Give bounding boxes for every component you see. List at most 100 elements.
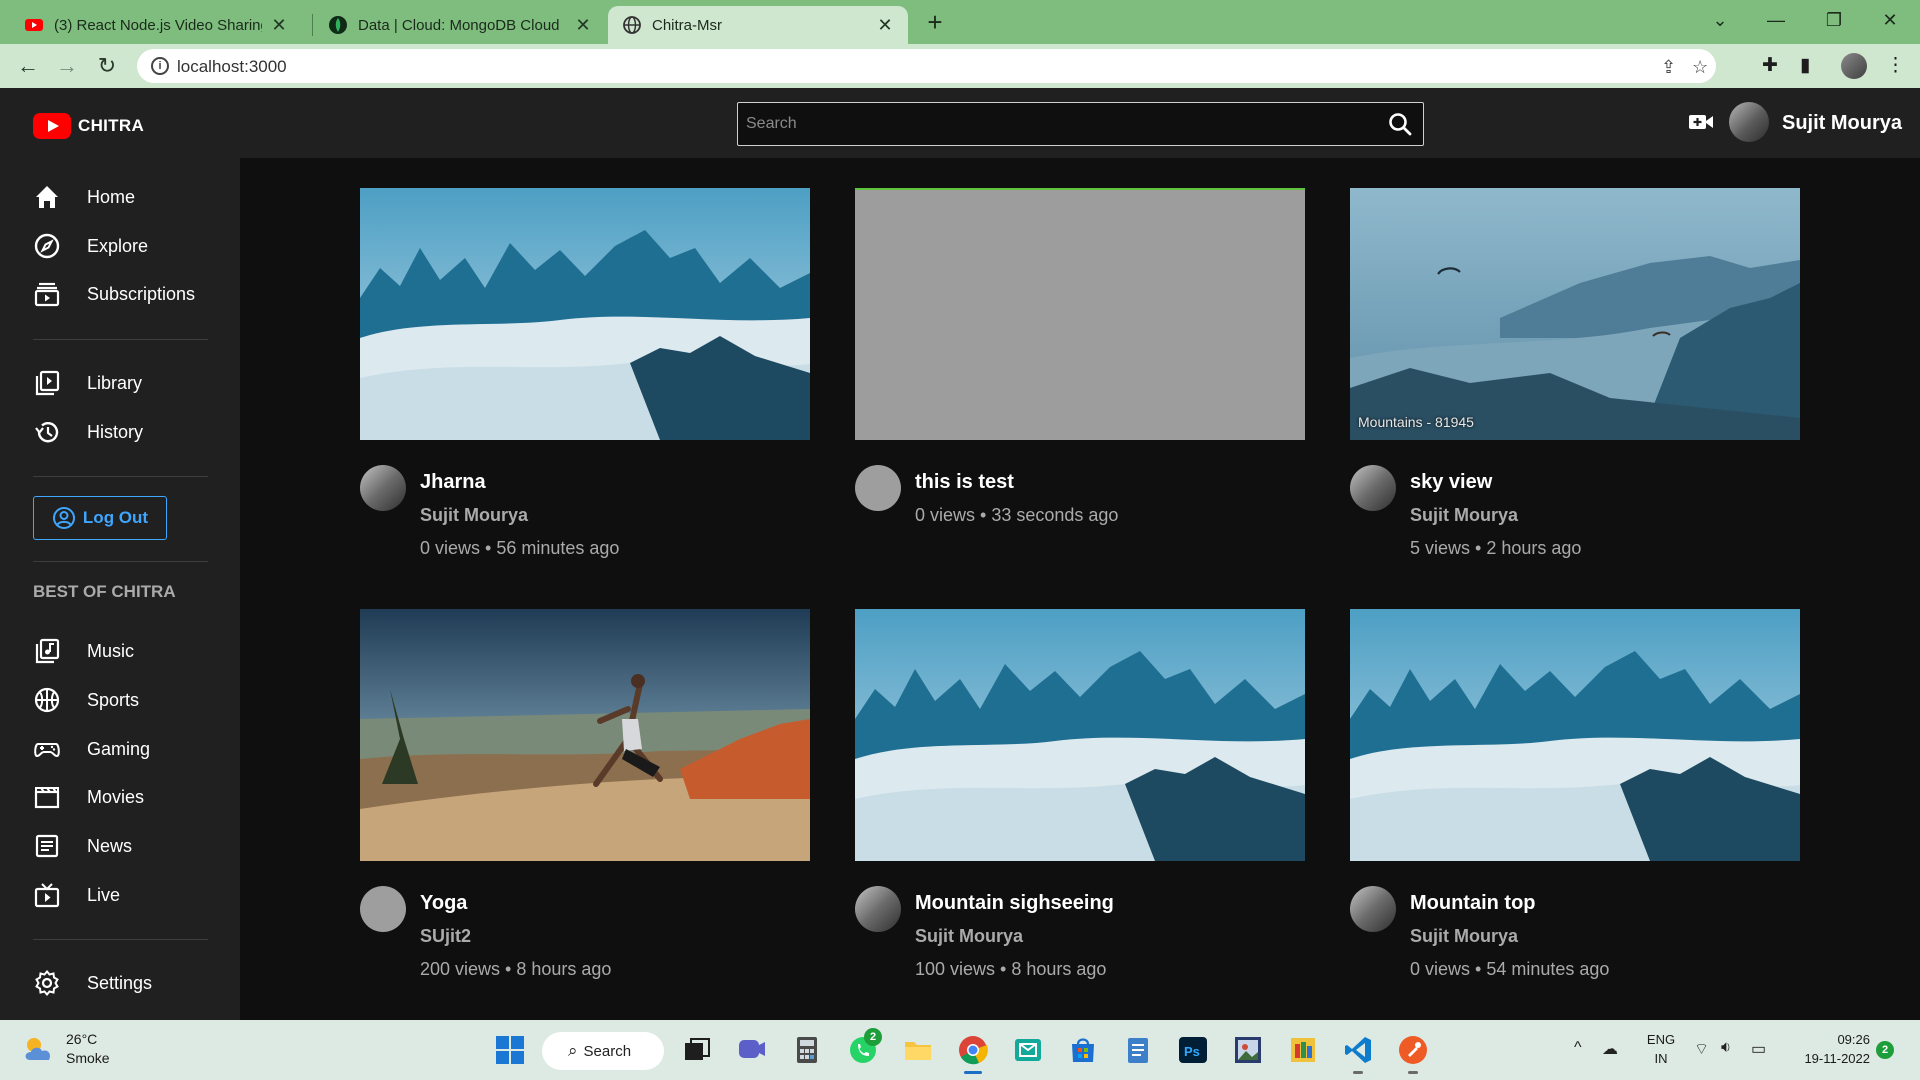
profile-avatar[interactable] [1841, 53, 1867, 79]
tab-search-chevron-icon[interactable]: ⌄ [1692, 0, 1748, 40]
forward-arrow-icon[interactable]: → [53, 52, 81, 80]
video-thumbnail[interactable] [1350, 609, 1800, 861]
notepad-icon[interactable] [1122, 1034, 1154, 1066]
calculator-icon[interactable] [791, 1034, 823, 1066]
restore-icon[interactable]: ❐ [1806, 0, 1862, 40]
postman-icon[interactable] [1397, 1034, 1429, 1066]
search-icon[interactable] [1387, 111, 1413, 137]
notification-badge[interactable]: 2 [1876, 1041, 1894, 1059]
photo-viewer-icon[interactable] [1232, 1034, 1264, 1066]
video-card[interactable]: Yoga SUjit2 200 views • 8 hours ago [360, 609, 810, 979]
address-bar[interactable]: i localhost:3000 ⇪ ☆ [137, 49, 1716, 83]
logout-button[interactable]: Log Out [33, 496, 167, 540]
reload-icon[interactable]: ↻ [93, 52, 121, 80]
weather-widget[interactable]: 26°C Smoke [22, 1030, 110, 1068]
blank-thumbnail [855, 188, 1305, 440]
sidebar-item-explore[interactable]: Explore [33, 231, 148, 261]
app-logo[interactable]: CHITRA [33, 113, 144, 139]
close-icon[interactable]: ✕ [876, 15, 894, 36]
video-card[interactable]: this is test 0 views • 33 seconds ago [855, 188, 1305, 558]
video-card[interactable]: Mountain sighseeing Sujit Mourya 100 vie… [855, 609, 1305, 979]
sidebar-item-settings[interactable]: Settings [33, 968, 152, 998]
battery-icon[interactable]: ▭ [1751, 1039, 1766, 1059]
task-view-icon[interactable] [681, 1034, 713, 1066]
tray-chevron-up-icon[interactable]: ^ [1574, 1039, 1582, 1057]
video-thumbnail[interactable]: Mountains - 81945 [1350, 188, 1800, 440]
windows-start-icon[interactable] [494, 1034, 526, 1066]
sidebar-item-label: Home [87, 186, 136, 207]
video-thumbnail[interactable] [855, 609, 1305, 861]
user-avatar[interactable] [1729, 102, 1769, 142]
sidebar-item-history[interactable]: History [33, 417, 143, 447]
new-tab-button[interactable]: + [918, 6, 952, 40]
wifi-icon[interactable]: ⌔ [1694, 1039, 1709, 1059]
video-card[interactable]: Mountain top Sujit Mourya 0 views • 54 m… [1350, 609, 1800, 979]
file-explorer-icon[interactable] [902, 1034, 934, 1066]
video-thumbnail[interactable] [360, 609, 810, 861]
share-icon[interactable]: ⇪ [1661, 57, 1676, 78]
sidebar-item-home[interactable]: Home [33, 182, 135, 212]
sidebar-item-label: Live [87, 884, 121, 905]
channel-avatar[interactable] [360, 886, 406, 932]
video-title[interactable]: sky view [1410, 471, 1492, 494]
channel-avatar[interactable] [1350, 886, 1396, 932]
channel-avatar[interactable] [855, 886, 901, 932]
outlook-mail-icon[interactable] [1012, 1034, 1044, 1066]
photoshop-icon[interactable]: Ps [1177, 1034, 1209, 1066]
kebab-menu-icon[interactable]: ⋮ [1886, 54, 1905, 77]
sidebar-item-news[interactable]: News [33, 831, 132, 861]
onedrive-cloud-icon[interactable]: ☁ [1602, 1039, 1618, 1059]
video-title[interactable]: Jharna [420, 471, 486, 494]
taskbar-search[interactable]: ⌕ Search [542, 1032, 664, 1070]
teams-chat-icon[interactable] [736, 1034, 768, 1066]
video-title[interactable]: Mountain top [1410, 892, 1536, 915]
browser-tab-chitra[interactable]: Chitra-Msr ✕ [608, 6, 908, 44]
window-close-icon[interactable]: ✕ [1862, 0, 1918, 40]
sidebar-item-subscriptions[interactable]: Subscriptions [33, 279, 195, 309]
sidebar: Home Explore Subscriptions Library Histo… [0, 158, 240, 1020]
back-arrow-icon[interactable]: ← [14, 52, 42, 80]
search-input[interactable] [746, 112, 1346, 136]
video-thumbnail[interactable] [360, 188, 810, 440]
video-title[interactable]: Mountain sighseeing [915, 892, 1114, 915]
video-channel[interactable]: Sujit Mourya [915, 926, 1023, 947]
video-channel[interactable]: SUjit2 [420, 926, 471, 947]
channel-avatar[interactable] [1350, 465, 1396, 511]
video-channel[interactable]: Sujit Mourya [1410, 505, 1518, 526]
video-thumbnail[interactable] [855, 188, 1305, 440]
site-info-icon[interactable]: i [151, 57, 169, 75]
browser-tab-mongodb[interactable]: Data | Cloud: MongoDB Cloud ✕ [314, 6, 606, 44]
sidebar-item-live[interactable]: Live [33, 880, 120, 910]
video-channel[interactable]: Sujit Mourya [420, 505, 528, 526]
sidebar-item-label: History [87, 421, 144, 442]
sidebar-item-sports[interactable]: Sports [33, 685, 139, 715]
side-panel-icon[interactable]: ▮ [1800, 54, 1810, 77]
sidebar-item-gaming[interactable]: Gaming [33, 734, 150, 764]
clock[interactable]: 09:26 19-11-2022 [1790, 1030, 1870, 1068]
video-card[interactable]: Mountains - 81945 sky view Sujit Mourya … [1350, 188, 1800, 558]
video-card[interactable]: Jharna Sujit Mourya 0 views • 56 minutes… [360, 188, 810, 558]
sidebar-item-library[interactable]: Library [33, 368, 142, 398]
user-name: Sujit Mourya [1782, 112, 1903, 134]
sidebar-item-movies[interactable]: Movies [33, 782, 144, 812]
minimize-icon[interactable]: — [1748, 0, 1804, 40]
bookmark-star-icon[interactable]: ☆ [1692, 57, 1708, 78]
language-indicator[interactable]: ENG IN [1643, 1030, 1679, 1068]
video-channel[interactable]: Sujit Mourya [1410, 926, 1518, 947]
microsoft-store-icon[interactable] [1067, 1034, 1099, 1066]
vscode-icon[interactable] [1342, 1034, 1374, 1066]
channel-avatar[interactable] [855, 465, 901, 511]
sidebar-item-music[interactable]: Music [33, 636, 134, 666]
volume-icon[interactable]: 🔉︎ [1721, 1039, 1731, 1057]
browser-tab-youtube[interactable]: (3) React Node.js Video Sharing A ✕ [10, 6, 302, 44]
extensions-puzzle-icon[interactable]: ✚ [1762, 54, 1778, 77]
video-title[interactable]: this is test [915, 471, 1014, 494]
chrome-icon[interactable] [957, 1034, 989, 1066]
close-icon[interactable]: ✕ [574, 15, 592, 36]
video-title[interactable]: Yoga [420, 892, 467, 915]
channel-avatar[interactable] [360, 465, 406, 511]
news-icon [35, 834, 59, 858]
video-upload-icon[interactable] [1688, 112, 1714, 132]
close-icon[interactable]: ✕ [270, 15, 288, 36]
paint-icon[interactable] [1287, 1034, 1319, 1066]
